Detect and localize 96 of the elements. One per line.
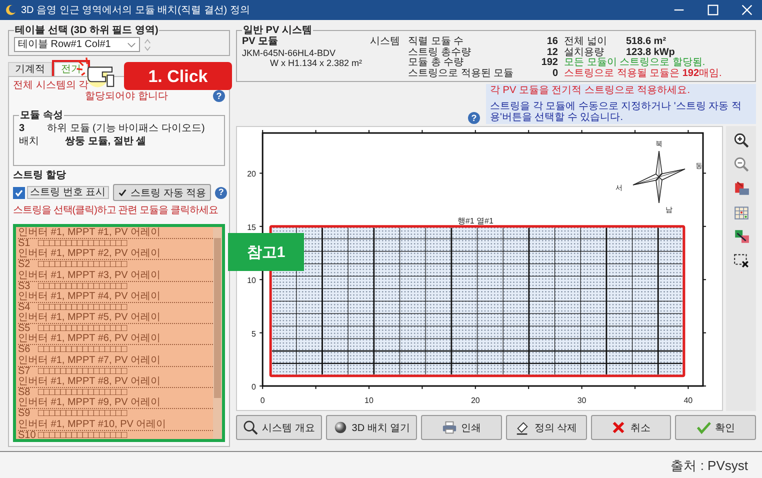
help-button[interactable]: ?: [468, 112, 480, 124]
module-slots: □□□□□□□□□□□□□□□□: [38, 302, 127, 314]
module-slots: □□□□□□□□□□□□□□□□: [38, 282, 127, 292]
compass-icon: [632, 150, 686, 204]
zoom-out-icon[interactable]: [732, 156, 750, 173]
stat-value: 518.6 m²: [626, 37, 666, 48]
tab[interactable]: 기계적: [8, 62, 52, 76]
group-title: 모듈 속성: [19, 110, 64, 121]
y-tick-label: 5: [252, 329, 256, 338]
stat-label: 설치용량: [564, 48, 605, 58]
module-slots: □□□□□□□□□□□□□□□□: [38, 366, 127, 378]
printer-icon: [442, 420, 457, 435]
stat-value: 192: [540, 58, 558, 68]
zoom-in-icon[interactable]: [732, 132, 750, 149]
eraser-icon: [515, 420, 530, 435]
source-caption: 출처 : PVsyst: [670, 460, 748, 470]
module-slots: □□□□□□□□□□□□□□□□: [38, 239, 127, 250]
string-name: S7: [18, 366, 30, 377]
erase-button[interactable]: 정의 삭제: [506, 415, 587, 440]
status-message: 모든 모듈이 스트링으로 할당됨.: [564, 58, 706, 68]
attribute-value: 쌍둥 모듈, 절반 셀: [64, 135, 146, 148]
sphere-icon: [332, 420, 348, 435]
x-tick-label: 30: [577, 396, 586, 405]
y-tick-label: 20: [247, 170, 256, 179]
string-name: S6: [18, 345, 32, 356]
module-size: W x H1.134 x 2.382 m²: [269, 58, 362, 68]
module-title: PV 모듈: [242, 37, 280, 48]
table-dropdown[interactable]: 테이블 Row#1 Col#1: [14, 37, 140, 52]
hint-text: 스트링을 선택(클릭)하고 관련 모듈을 클릭하세요: [13, 205, 218, 216]
export-icon[interactable]: [732, 180, 750, 197]
search-icon: [243, 420, 258, 435]
stat-label: 전체 넓이: [564, 37, 608, 48]
y-tick-label: 10: [247, 276, 256, 286]
stat-label: 스트링으로 적용된 모듈: [408, 68, 515, 79]
string-name: S8: [18, 388, 30, 398]
x-tick-label: 20: [470, 396, 480, 405]
stat-label: 직렬 모듈 수: [408, 37, 465, 48]
module-slots: □□□□□□□□□□□□□□□□: [38, 260, 127, 271]
array-label: 행#1 열#1: [457, 216, 494, 226]
checkmark-icon: [696, 420, 712, 435]
string-name: S2: [18, 260, 32, 270]
ok-button[interactable]: 확인: [675, 415, 756, 440]
string-name: S9: [18, 409, 32, 420]
module-slots: □□□□□□□□□□□□□□□□: [38, 388, 127, 398]
module-slots: □□□□□□□□□□□□□□□□: [38, 324, 127, 334]
grid-icon[interactable]: [732, 204, 750, 221]
info-text: 각 PV 모듈을 전기적 스트링으로 적용하세요.: [490, 85, 692, 96]
module-slots: □□□□□□□□□□□□□□□□: [38, 345, 127, 356]
swap-icon[interactable]: [732, 228, 750, 245]
module-slots: □□□□□□□□□□□□□□□□: [38, 430, 127, 441]
close-icon: [611, 420, 626, 435]
attribute-label: 3: [19, 122, 26, 135]
info-text: 스트링을 각 모듈에 수동으로 지정하거나 '스트링 자동 적용'버튼을 선택할 수 있습니다.: [490, 101, 742, 123]
y-tick-label: 15: [247, 222, 256, 232]
checkmark-icon: [14, 188, 24, 198]
cancel-button[interactable]: 취소: [590, 415, 672, 440]
stat-value: 0: [551, 68, 558, 79]
auto-string-button[interactable]: 스트링 자동 적용: [112, 184, 212, 201]
reference-label: 참고1: [228, 233, 304, 271]
tab[interactable]: 전기: [54, 62, 88, 76]
string-name: S3: [18, 282, 30, 292]
scrollbar[interactable]: [213, 228, 222, 439]
string-name: S1: [18, 239, 30, 249]
stat-value: 12: [546, 48, 558, 58]
window-title: 3D 음영 인근 영역에서의 모듈 배치(직렬 결선) 정의: [21, 4, 250, 16]
help-button[interactable]: ?: [213, 90, 225, 102]
print-button[interactable]: 인쇄: [421, 415, 502, 440]
app-icon: [5, 4, 17, 16]
chevron-down-icon: [127, 42, 136, 48]
string-name: S5: [18, 324, 30, 334]
attribute-value: 하위 모듈 (기능 바이패스 다이오드): [47, 122, 205, 135]
help-button[interactable]: ?: [215, 186, 228, 198]
x-tick-label: 40: [684, 396, 693, 405]
y-tick-label: 0: [252, 382, 256, 392]
clear-selection-icon[interactable]: [732, 252, 750, 269]
x-tick-label: 0: [260, 396, 265, 405]
string-name: S4: [18, 302, 30, 313]
x-tick-label: 10: [364, 396, 374, 405]
status-message: 스트링으로 적용될 모듈은 192매임.: [564, 68, 722, 79]
module-model: JKM-645N-66HL4-BDV: [242, 48, 337, 58]
module-slots: □□□□□□□□□□□□□□□□: [38, 409, 127, 420]
step-label: 1. Click: [124, 62, 232, 90]
section-title: 스트링 할당: [13, 170, 67, 181]
stat-label: 모듈 총 수량: [408, 58, 464, 68]
stat-label: 스트링 총수량: [408, 48, 472, 58]
notice-text: 할당되어야 합니다: [84, 91, 168, 102]
attribute-label: 배치: [19, 135, 40, 148]
overview-button[interactable]: 시스템 개요: [236, 415, 322, 440]
stat-value: 16: [546, 37, 558, 48]
group-title: 일반 PV 시스템: [242, 25, 313, 36]
notice-text: 전체 시스템의 각: [13, 80, 90, 91]
open3d-button[interactable]: 3D 배치 열기: [326, 415, 418, 440]
system-label: 시스템: [370, 37, 400, 49]
checkmark-icon: [118, 188, 127, 197]
stat-value: 123.8 kWp: [626, 48, 675, 58]
group-title: 테이블 선택 (3D 하위 필드 영역): [14, 25, 160, 36]
